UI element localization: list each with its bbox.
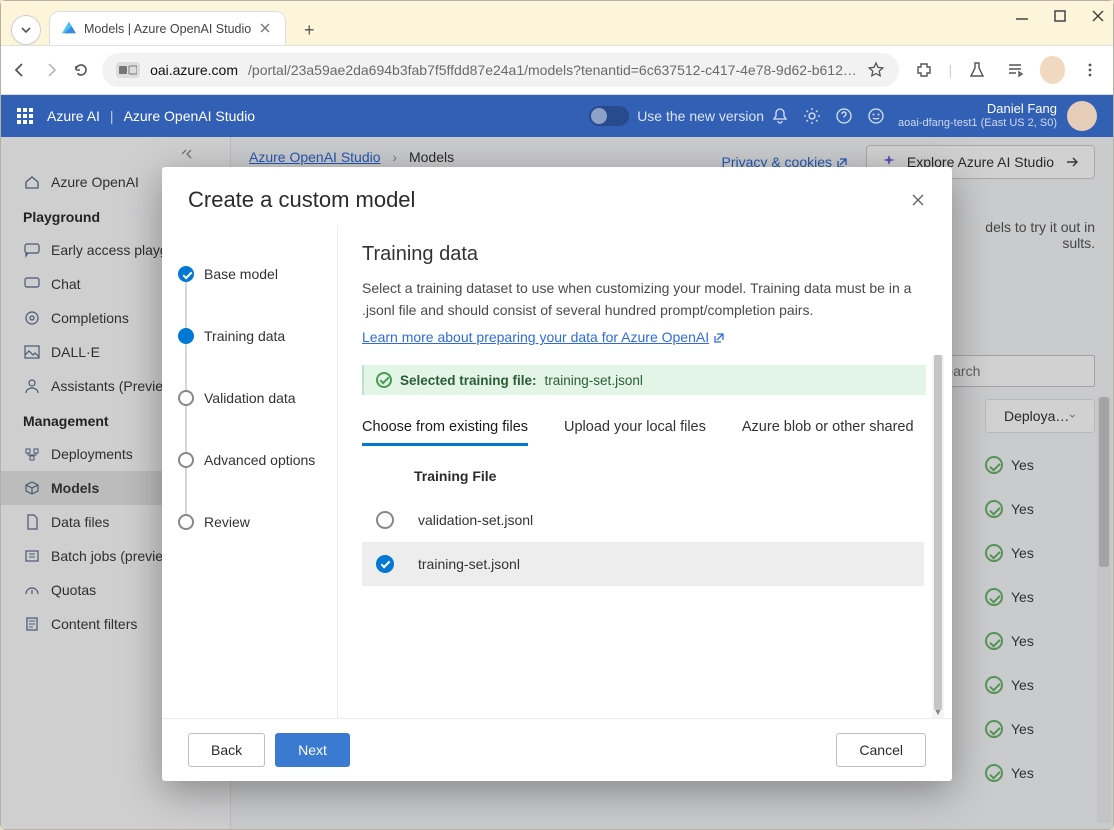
user-name: Daniel Fang bbox=[898, 102, 1057, 117]
step-label: Validation data bbox=[204, 390, 296, 406]
selected-file-label: Selected training file: bbox=[400, 373, 537, 388]
user-block[interactable]: Daniel Fang aoai-dfang-test1 (East US 2,… bbox=[898, 102, 1057, 130]
back-button[interactable]: Back bbox=[188, 733, 265, 767]
step-label: Training data bbox=[204, 328, 285, 344]
scroll-thumb[interactable] bbox=[934, 355, 942, 710]
url-host: oai.azure.com bbox=[150, 62, 238, 78]
learn-more-label: Learn more about preparing your data for… bbox=[362, 329, 709, 345]
success-check-icon bbox=[376, 372, 392, 388]
step-label: Advanced options bbox=[204, 452, 315, 468]
bookmark-star-icon[interactable] bbox=[867, 61, 885, 79]
step-pending-icon bbox=[178, 390, 194, 406]
window-controls bbox=[1015, 9, 1105, 23]
avatar[interactable] bbox=[1067, 101, 1097, 131]
azure-ai-label[interactable]: Azure AI bbox=[47, 108, 100, 124]
step-done-icon bbox=[178, 266, 194, 282]
azure-studio-label[interactable]: Azure OpenAI Studio bbox=[124, 108, 256, 124]
site-info-icon[interactable] bbox=[116, 62, 140, 78]
step-pending-icon bbox=[178, 452, 194, 468]
step-current-icon bbox=[178, 328, 194, 344]
next-button[interactable]: Next bbox=[275, 733, 350, 767]
playlist-icon[interactable] bbox=[1002, 56, 1028, 84]
bell-icon[interactable] bbox=[764, 107, 796, 125]
file-list: Training File validation-set.jsonl train… bbox=[362, 468, 924, 718]
gear-icon[interactable] bbox=[796, 107, 828, 125]
step-training-data[interactable]: Training data bbox=[178, 305, 337, 367]
selected-file-bar: Selected training file: training-set.jso… bbox=[362, 365, 926, 395]
step-review[interactable]: Review bbox=[178, 491, 337, 553]
external-link-icon bbox=[713, 332, 725, 344]
file-source-tabs: Choose from existing files Upload your l… bbox=[362, 411, 944, 446]
tab-label: Azure blob or other shared bbox=[742, 419, 914, 435]
cancel-button-label: Cancel bbox=[859, 742, 903, 758]
cancel-button[interactable]: Cancel bbox=[836, 733, 926, 767]
modal-panel: Training data Select a training dataset … bbox=[338, 225, 952, 718]
panel-heading: Training data bbox=[362, 243, 944, 266]
file-name: training-set.jsonl bbox=[418, 556, 520, 572]
tab-label: Choose from existing files bbox=[362, 419, 528, 435]
file-list-header: Training File bbox=[362, 468, 924, 498]
step-label: Review bbox=[204, 514, 250, 530]
feedback-icon[interactable] bbox=[860, 107, 892, 125]
new-version-label: Use the new version bbox=[637, 108, 764, 124]
wizard-steps: Base model Training data Validation data… bbox=[162, 225, 338, 718]
file-row[interactable]: validation-set.jsonl bbox=[362, 498, 924, 542]
file-row[interactable]: training-set.jsonl bbox=[362, 542, 924, 586]
url-path: /portal/23a59ae2da694b3fab7f5ffdd87e24a1… bbox=[248, 62, 857, 78]
browser-tabstrip: Models | Azure OpenAI Studio + bbox=[1, 1, 1113, 45]
step-validation-data[interactable]: Validation data bbox=[178, 367, 337, 429]
profile-avatar-icon[interactable] bbox=[1040, 56, 1066, 84]
modal-close-icon[interactable] bbox=[910, 192, 926, 208]
new-tab-button[interactable]: + bbox=[294, 15, 324, 45]
tab-close-icon[interactable] bbox=[259, 22, 273, 36]
main: Azure OpenAI Playground Early access pla… bbox=[1, 137, 1113, 829]
tab-upload-local[interactable]: Upload your local files bbox=[564, 411, 706, 446]
back-button-label: Back bbox=[211, 742, 242, 758]
learn-more-link[interactable]: Learn more about preparing your data for… bbox=[362, 329, 709, 345]
modal-title: Create a custom model bbox=[188, 187, 415, 213]
tab-existing-files[interactable]: Choose from existing files bbox=[362, 411, 528, 446]
waffle-icon[interactable] bbox=[17, 108, 33, 124]
nav-reload-icon[interactable] bbox=[72, 60, 90, 80]
tab-title: Models | Azure OpenAI Studio bbox=[84, 22, 251, 36]
azure-top-bar: Azure AI | Azure OpenAI Studio Use the n… bbox=[1, 95, 1113, 137]
browser-tab[interactable]: Models | Azure OpenAI Studio bbox=[49, 11, 286, 45]
nav-back-icon[interactable] bbox=[11, 60, 29, 80]
create-custom-model-modal: Create a custom model Base model Trainin… bbox=[162, 167, 952, 781]
user-account: aoai-dfang-test1 (East US 2, S0) bbox=[898, 117, 1057, 130]
address-bar[interactable]: oai.azure.com /portal/23a59ae2da694b3fab… bbox=[102, 53, 899, 87]
tab-label: Upload your local files bbox=[564, 419, 706, 435]
step-advanced-options[interactable]: Advanced options bbox=[178, 429, 337, 491]
next-button-label: Next bbox=[298, 742, 327, 758]
browser-menu-icon[interactable] bbox=[1077, 56, 1103, 84]
modal-footer: Back Next Cancel bbox=[162, 718, 952, 781]
extensions-icon[interactable] bbox=[911, 56, 937, 84]
panel-scrollbar[interactable]: ▲ ▼ bbox=[932, 355, 944, 718]
scroll-down-icon[interactable]: ▼ bbox=[932, 706, 944, 718]
tab-azure-blob[interactable]: Azure blob or other shared bbox=[742, 411, 914, 446]
window-close-icon[interactable] bbox=[1091, 9, 1105, 23]
selected-file-name: training-set.jsonl bbox=[545, 373, 643, 388]
step-label: Base model bbox=[204, 266, 278, 282]
azure-favicon-icon bbox=[62, 22, 76, 36]
panel-description: Select a training dataset to use when cu… bbox=[362, 278, 926, 321]
browser-toolbar: oai.azure.com /portal/23a59ae2da694b3fab… bbox=[1, 45, 1113, 95]
window-maximize-icon[interactable] bbox=[1053, 9, 1067, 23]
help-icon[interactable] bbox=[828, 107, 860, 125]
step-base-model[interactable]: Base model bbox=[178, 243, 337, 305]
window-minimize-icon[interactable] bbox=[1015, 9, 1029, 23]
labs-icon[interactable] bbox=[964, 56, 990, 84]
radio-icon[interactable] bbox=[376, 555, 394, 573]
nav-forward-icon[interactable] bbox=[41, 60, 59, 80]
radio-icon[interactable] bbox=[376, 511, 394, 529]
new-version-toggle[interactable] bbox=[589, 106, 629, 126]
file-name: validation-set.jsonl bbox=[418, 512, 533, 528]
tab-menu-button[interactable] bbox=[11, 15, 41, 45]
step-pending-icon bbox=[178, 514, 194, 530]
modal-overlay: Create a custom model Base model Trainin… bbox=[1, 137, 1113, 829]
